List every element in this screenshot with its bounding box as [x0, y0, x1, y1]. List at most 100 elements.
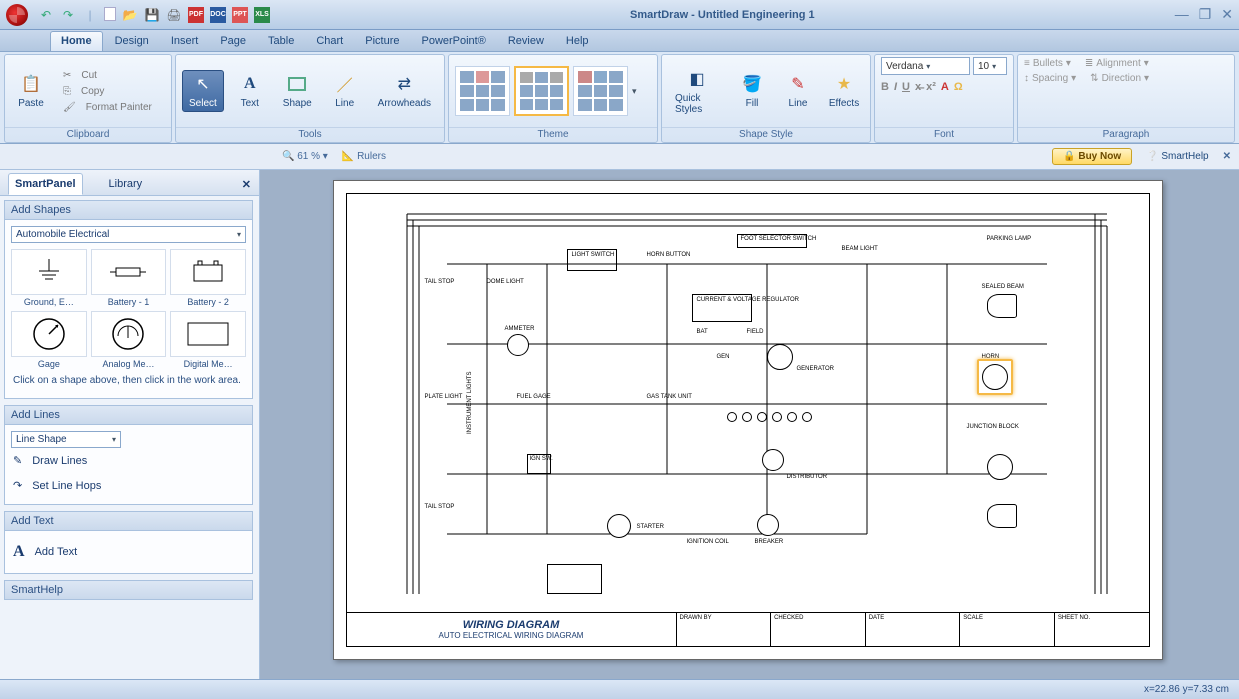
star-icon: ★ [833, 73, 855, 95]
theme-swatch-3[interactable] [573, 66, 628, 116]
title-bar: ↶ ↷ | 📂 💾 🖨 PDF DOC PPT XLS SmartDraw - … [0, 0, 1239, 30]
sidetab-smartpanel[interactable]: SmartPanel [8, 173, 83, 195]
spacing-button[interactable]: ↕ Spacing ▾ [1024, 72, 1076, 85]
section-add-lines[interactable]: Add Lines [4, 405, 253, 425]
chevron-down-icon: ▾ [112, 435, 116, 444]
text-tool[interactable]: AText [230, 70, 270, 112]
shape-gage[interactable]: Gage [11, 311, 87, 369]
text-icon: A [13, 543, 25, 561]
print-icon[interactable]: 🖨 [166, 7, 182, 23]
fill-icon: 🪣 [741, 73, 763, 95]
format-painter-button[interactable]: 🖌Format Painter [57, 100, 158, 115]
tab-home[interactable]: Home [50, 31, 103, 51]
restore-icon[interactable]: ❐ [1199, 6, 1212, 23]
lbl-dome: DOME LIGHT [487, 279, 524, 286]
open-icon[interactable]: 📂 [122, 7, 138, 23]
italic-button[interactable]: I [894, 81, 897, 93]
section-smarthelp[interactable]: SmartHelp [4, 580, 253, 600]
shape-library-select[interactable]: Automobile Electrical▾ [11, 226, 246, 243]
underline-button[interactable]: U [902, 81, 910, 93]
shape-analog-meter[interactable]: Analog Me… [91, 311, 167, 369]
line-hops-button[interactable]: ↷Set Line Hops [11, 473, 246, 498]
theme-swatch-2[interactable] [514, 66, 569, 116]
effects-button[interactable]: ★Effects [824, 70, 864, 112]
tab-insert[interactable]: Insert [161, 32, 209, 51]
section-add-text[interactable]: Add Text [4, 511, 253, 531]
paste-button[interactable]: 📋 Paste [11, 70, 51, 112]
cut-button[interactable]: ✂Cut [57, 68, 158, 83]
section-add-shapes[interactable]: Add Shapes [4, 200, 253, 220]
comp-speaker-bottom[interactable] [987, 504, 1017, 528]
font-size-select[interactable]: 10▾ [973, 57, 1007, 75]
new-icon[interactable] [104, 7, 116, 21]
group-tools: ↖Select AText Shape ／Line ⇄Arrowheads To… [175, 54, 445, 143]
tab-table[interactable]: Table [258, 32, 304, 51]
comp-battery[interactable] [547, 564, 602, 594]
highlight-button[interactable]: Ω [954, 81, 963, 93]
font-color-button[interactable]: A [941, 81, 949, 93]
tab-chart[interactable]: Chart [306, 32, 353, 51]
sidetab-library[interactable]: Library [103, 174, 149, 194]
strike-button[interactable]: x̶ [915, 81, 921, 93]
comp-starter[interactable] [607, 514, 631, 538]
theme-more-icon[interactable]: ▾ [632, 86, 637, 97]
lbl-horn-button: HORN BUTTON [647, 252, 691, 259]
shape-battery-1[interactable]: Battery - 1 [91, 249, 167, 307]
close-icon[interactable]: ✕ [1221, 6, 1233, 23]
arrowheads-tool[interactable]: ⇄Arrowheads [371, 70, 438, 112]
main-area: SmartPanel Library ✕ Add Shapes Automobi… [0, 170, 1239, 679]
alignment-button[interactable]: ≣ Alignment ▾ [1085, 57, 1149, 70]
line-tool[interactable]: ／Line [325, 70, 365, 112]
comp-breaker[interactable] [757, 514, 779, 536]
shape-digital-meter[interactable]: Digital Me… [170, 311, 246, 369]
shape-tool[interactable]: Shape [276, 70, 319, 112]
redo-icon[interactable]: ↷ [60, 7, 76, 23]
subscript-button[interactable]: x² [926, 81, 936, 93]
comp-distributor[interactable] [762, 449, 784, 471]
bold-button[interactable]: B [881, 81, 889, 93]
ppt-icon[interactable]: PPT [232, 7, 248, 23]
line-style-button[interactable]: ✎Line [778, 70, 818, 112]
comp-generator[interactable] [767, 344, 793, 370]
undo-icon[interactable]: ↶ [38, 7, 54, 23]
shape-ground[interactable]: Ground, E… [11, 249, 87, 307]
direction-button[interactable]: ⇅ Direction ▾ [1090, 72, 1149, 85]
font-family-select[interactable]: Verdana▾ [881, 57, 970, 75]
zoom-control[interactable]: 🔍 61 % ▾ [282, 151, 328, 162]
fill-button[interactable]: 🪣Fill [732, 70, 772, 112]
theme-swatch-1[interactable] [455, 66, 510, 116]
app-logo-icon[interactable] [6, 4, 28, 26]
close-help-icon[interactable]: ✕ [1223, 151, 1231, 162]
buy-now-button[interactable]: 🔒 Buy Now [1052, 148, 1132, 165]
comp-sealed-beam[interactable] [987, 294, 1017, 318]
close-sidepanel-icon[interactable]: ✕ [242, 178, 251, 191]
doc-icon[interactable]: DOC [210, 7, 226, 23]
copy-button[interactable]: ⎘Copy [57, 84, 158, 99]
tab-page[interactable]: Page [210, 32, 256, 51]
xls-icon[interactable]: XLS [254, 7, 270, 23]
group-font: Verdana▾ 10▾ B I U x̶ x² A Ω Font [874, 54, 1014, 143]
canvas[interactable]: WIRING DIAGRAM AUTO ELECTRICAL WIRING DI… [260, 170, 1239, 679]
tab-picture[interactable]: Picture [355, 32, 409, 51]
lbl-breaker: BREAKER [755, 539, 784, 546]
minimize-icon[interactable]: — [1175, 6, 1189, 23]
lbl-generator: GENERATOR [797, 366, 834, 373]
add-text-button[interactable]: AAdd Text [11, 537, 246, 567]
tab-powerpoint[interactable]: PowerPoint® [411, 32, 495, 51]
tab-review[interactable]: Review [498, 32, 554, 51]
smarthelp-button[interactable]: ❔ SmartHelp [1146, 151, 1208, 162]
draw-lines-button[interactable]: ✎Draw Lines [11, 448, 246, 473]
save-icon[interactable]: 💾 [144, 7, 160, 23]
shape-battery-2[interactable]: Battery - 2 [170, 249, 246, 307]
comp-junction-2[interactable] [987, 454, 1013, 480]
pdf-icon[interactable]: PDF [188, 7, 204, 23]
rulers-toggle[interactable]: 📐 Rulers [342, 151, 386, 162]
line-shape-select[interactable]: Line Shape▾ [11, 431, 121, 448]
tab-help[interactable]: Help [556, 32, 599, 51]
select-tool[interactable]: ↖Select [182, 70, 224, 112]
quick-styles-button[interactable]: ◧Quick Styles [668, 65, 726, 118]
comp-ammeter[interactable] [507, 334, 529, 356]
bullets-button[interactable]: ≡ Bullets ▾ [1024, 57, 1071, 70]
lbl-bat: BAT [697, 329, 708, 336]
tab-design[interactable]: Design [105, 32, 159, 51]
